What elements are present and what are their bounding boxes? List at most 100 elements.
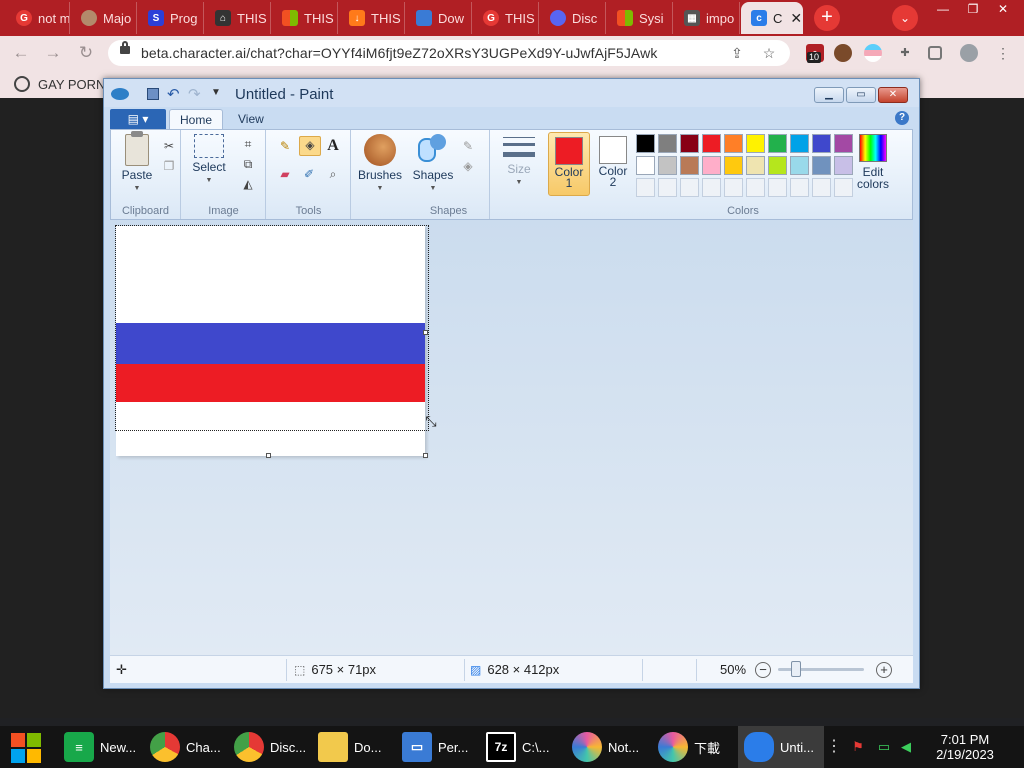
palette-custom-slot[interactable]: [658, 178, 677, 197]
palette-custom-slot[interactable]: [724, 178, 743, 197]
reload-icon[interactable]: ↻: [75, 42, 97, 64]
palette-swatch[interactable]: [790, 156, 809, 175]
cut-icon[interactable]: ✂: [161, 138, 177, 154]
palette-custom-slot[interactable]: [746, 178, 765, 197]
paint-app-icon[interactable]: [111, 88, 129, 100]
save-icon[interactable]: [147, 88, 159, 100]
taskbar-item-chrome-2[interactable]: Disc...: [228, 726, 310, 768]
palette-swatch[interactable]: [834, 134, 853, 153]
pencil-icon[interactable]: ✎: [277, 138, 293, 154]
palette-swatch[interactable]: [702, 156, 721, 175]
back-arrow-icon[interactable]: ←: [10, 42, 32, 64]
tab-majo[interactable]: Majo: [71, 2, 137, 34]
resize-handle-bottom[interactable]: [266, 453, 271, 458]
paint-close-button[interactable]: ✕: [878, 87, 908, 103]
new-tab-button[interactable]: +: [814, 5, 840, 31]
taskbar-item-notepad[interactable]: ≡ New...: [58, 726, 142, 768]
taskbar-item-explorer[interactable]: Do...: [312, 726, 394, 768]
taskbar-item-photos-1[interactable]: Not...: [566, 726, 650, 768]
tab-prog[interactable]: S Prog: [138, 2, 204, 34]
palette-swatch[interactable]: [834, 156, 853, 175]
palette-custom-slot[interactable]: [768, 178, 787, 197]
eraser-icon[interactable]: ▰: [277, 166, 293, 182]
tab-this-2[interactable]: THIS: [272, 2, 338, 34]
zoom-slider-thumb[interactable]: [790, 661, 801, 677]
select-button[interactable]: Select ▼: [192, 134, 226, 187]
windows-start-icon[interactable]: [11, 733, 41, 763]
shapes-button[interactable]: Shapes ▼: [412, 134, 454, 195]
tab-this-1[interactable]: ⌂ THIS: [205, 2, 271, 34]
tab-impo[interactable]: ▦ impo: [674, 2, 740, 34]
size-button[interactable]: Size ▼: [501, 134, 537, 189]
palette-swatch[interactable]: [680, 156, 699, 175]
paste-button[interactable]: Paste ▼: [117, 131, 157, 195]
color1-button[interactable]: Color 1: [548, 132, 590, 196]
palette-swatch[interactable]: [812, 134, 831, 153]
palette-swatch[interactable]: [746, 156, 765, 175]
palette-swatch[interactable]: [812, 156, 831, 175]
palette-custom-slot[interactable]: [834, 178, 853, 197]
rotate-icon[interactable]: ◭: [240, 176, 256, 192]
taskbar-item-7zip[interactable]: 7z C:\...: [480, 726, 564, 768]
tab-character-ai[interactable]: c C ✕: [741, 2, 803, 34]
minimize-button[interactable]: —: [928, 0, 958, 18]
taskbar-item-chrome-1[interactable]: Cha...: [144, 726, 226, 768]
paint-minimize-button[interactable]: ▁: [814, 87, 844, 103]
resize-handle-corner[interactable]: [423, 453, 428, 458]
resize-icon[interactable]: ⧉: [240, 156, 256, 172]
palette-swatch[interactable]: [724, 134, 743, 153]
tab-this-3[interactable]: ↓ THIS: [339, 2, 405, 34]
profile-avatar-icon[interactable]: [960, 44, 978, 62]
zoom-out-button[interactable]: −: [755, 662, 771, 678]
file-menu-button[interactable]: ▤ ▾: [110, 109, 166, 129]
palette-swatch[interactable]: [636, 156, 655, 175]
taskbar-item-paint[interactable]: Unti...: [738, 726, 824, 768]
copy-icon[interactable]: ❐: [161, 158, 177, 174]
palette-swatch[interactable]: [724, 156, 743, 175]
palette-swatch[interactable]: [746, 134, 765, 153]
palette-custom-slot[interactable]: [702, 178, 721, 197]
selection-rectangle[interactable]: [115, 225, 429, 431]
palette-swatch[interactable]: [658, 156, 677, 175]
forward-arrow-icon[interactable]: →: [42, 42, 64, 64]
fill-icon[interactable]: ◈: [460, 158, 476, 174]
volume-icon[interactable]: ◀: [898, 739, 914, 755]
tab-home[interactable]: Home: [169, 109, 224, 131]
color-picker-icon[interactable]: ✐: [301, 166, 317, 182]
customize-toolbar-icon[interactable]: ▼: [211, 87, 221, 98]
canvas-area[interactable]: ⤡: [110, 220, 913, 655]
side-panel-icon[interactable]: [928, 46, 942, 60]
palette-swatch[interactable]: [790, 134, 809, 153]
network-icon[interactable]: ▭: [876, 739, 892, 755]
close-window-button[interactable]: ✕: [988, 0, 1018, 18]
bookmark-star-icon[interactable]: ☆: [760, 44, 778, 62]
palette-swatch[interactable]: [702, 134, 721, 153]
tab-view[interactable]: View: [228, 109, 274, 131]
bookmark-item[interactable]: GAY PORN: [14, 76, 105, 92]
palette-swatch[interactable]: [658, 134, 677, 153]
outline-icon[interactable]: ✎: [460, 138, 476, 154]
paint-maximize-button[interactable]: ▭: [846, 87, 876, 103]
clock[interactable]: 7:01 PM 2/19/2023: [930, 732, 1000, 762]
tab-close-icon[interactable]: ✕: [790, 10, 802, 27]
palette-swatch[interactable]: [768, 134, 787, 153]
redo-icon[interactable]: ↷: [188, 85, 201, 103]
address-bar[interactable]: beta.character.ai/chat?char=OYYf4iM6fjt9…: [108, 40, 790, 66]
tab-this-4[interactable]: G THIS: [473, 2, 539, 34]
tab-not-m[interactable]: G not m: [6, 2, 70, 34]
palette-custom-slot[interactable]: [812, 178, 831, 197]
tab-disc[interactable]: Disc: [540, 2, 606, 34]
taskbar-item-performance[interactable]: ▭ Per...: [396, 726, 478, 768]
palette-custom-slot[interactable]: [680, 178, 699, 197]
taskbar-item-photos-2[interactable]: 下載: [652, 726, 736, 768]
edit-colors-button[interactable]: Edit colors: [853, 134, 893, 190]
color2-button[interactable]: Color 2: [592, 132, 634, 196]
menu-kebab-icon[interactable]: ⋮: [994, 44, 1012, 62]
zoom-in-button[interactable]: +: [876, 662, 892, 678]
brushes-button[interactable]: Brushes ▼: [358, 134, 402, 195]
fill-bucket-icon[interactable]: ◈: [299, 136, 321, 156]
crop-icon[interactable]: ⌗: [240, 136, 256, 152]
undo-icon[interactable]: ↶: [167, 85, 180, 103]
magnifier-icon[interactable]: ⌕: [325, 166, 341, 182]
resize-handle-right[interactable]: [423, 330, 428, 335]
